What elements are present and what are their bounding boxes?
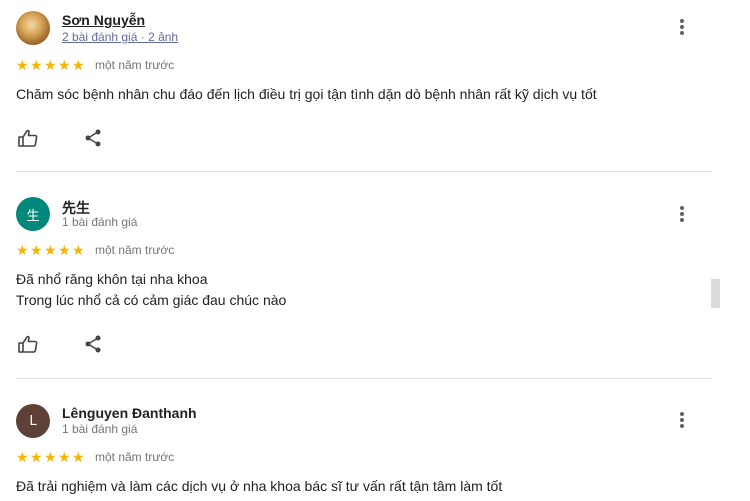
reviewer-name[interactable]: Lênguyen Đanthanh	[62, 405, 197, 421]
review-time: một năm trước	[95, 58, 175, 72]
divider	[16, 171, 712, 172]
star-rating: ★★★★★	[16, 450, 86, 464]
star-icon: ★	[72, 242, 85, 258]
like-button[interactable]	[16, 126, 40, 150]
avatar[interactable]	[16, 11, 50, 45]
reviewer-meta: 1 bài đánh giá	[62, 422, 137, 436]
review-count: 1 bài đánh giá	[62, 422, 138, 436]
avatar[interactable]: 生	[16, 197, 50, 231]
review-text: Đã trải nghiệm và làm các dịch vụ ở nha …	[16, 476, 502, 497]
more-vert-icon	[680, 412, 684, 428]
avatar[interactable]: L	[16, 404, 50, 438]
star-icon: ★	[58, 449, 71, 465]
photo-count-link[interactable]: 2 ảnh	[148, 30, 178, 44]
star-icon: ★	[16, 242, 29, 258]
star-icon: ★	[44, 449, 57, 465]
star-icon: ★	[16, 57, 29, 73]
review-time: một năm trước	[95, 450, 175, 464]
review-count-link[interactable]: 2 bài đánh giá	[62, 30, 137, 44]
reviewer-name[interactable]: Sơn Nguyễn	[62, 12, 145, 28]
review-text-line: Chăm sóc bệnh nhân chu đáo đến lịch điều…	[16, 86, 597, 102]
review-text-line: Đã nhổ răng khôn tại nha khoa	[16, 271, 208, 287]
more-options-button[interactable]	[671, 409, 693, 431]
more-options-button[interactable]	[671, 203, 693, 225]
review-time: một năm trước	[95, 243, 175, 257]
avatar-letter: L	[29, 413, 37, 429]
meta-separator: ·	[137, 30, 149, 44]
more-options-button[interactable]	[671, 16, 693, 38]
divider	[16, 378, 712, 379]
star-icon: ★	[30, 449, 43, 465]
star-icon: ★	[16, 449, 29, 465]
scrollbar-thumb[interactable]	[711, 279, 720, 308]
star-icon: ★	[30, 242, 43, 258]
like-button[interactable]	[16, 332, 40, 356]
share-button[interactable]	[81, 332, 105, 356]
star-icon: ★	[72, 449, 85, 465]
star-icon: ★	[72, 57, 85, 73]
review-text-line: Trong lúc nhổ cả có cảm giác đau chúc nà…	[16, 292, 287, 308]
more-vert-icon	[680, 206, 684, 222]
thumb-up-icon	[18, 129, 38, 147]
share-button[interactable]	[81, 126, 105, 150]
star-icon: ★	[44, 57, 57, 73]
share-icon	[85, 335, 101, 353]
share-icon	[85, 129, 101, 147]
star-icon: ★	[58, 57, 71, 73]
star-icon: ★	[30, 57, 43, 73]
review-text: Chăm sóc bệnh nhân chu đáo đến lịch điều…	[16, 84, 597, 105]
reviewer-meta: 1 bài đánh giá	[62, 215, 137, 229]
star-icon: ★	[58, 242, 71, 258]
reviewer-meta: 2 bài đánh giá · 2 ảnh	[62, 30, 178, 44]
review-text: Đã nhổ răng khôn tại nha khoa Trong lúc …	[16, 269, 286, 311]
review-text-line: Đã trải nghiệm và làm các dịch vụ ở nha …	[16, 478, 503, 494]
thumb-up-icon	[18, 335, 38, 353]
star-rating: ★★★★★	[16, 58, 86, 72]
review-count: 1 bài đánh giá	[62, 215, 138, 229]
avatar-letter: 生	[26, 208, 40, 224]
star-icon: ★	[44, 242, 57, 258]
star-rating: ★★★★★	[16, 243, 86, 257]
more-vert-icon	[680, 19, 684, 35]
